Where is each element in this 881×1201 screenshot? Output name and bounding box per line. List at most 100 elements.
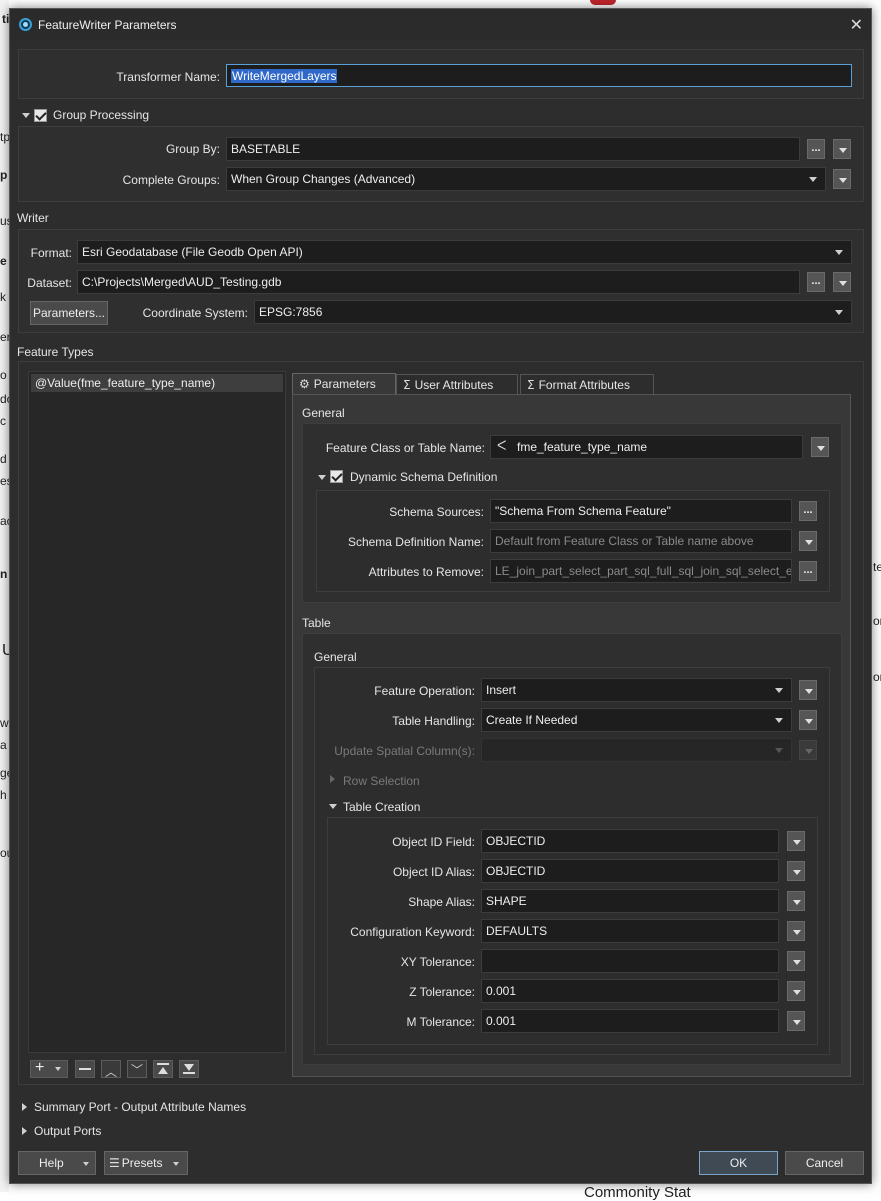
feature-operation-select[interactable]: Insert [481,678,792,702]
group-by-browse-button[interactable] [807,139,825,159]
add-feature-type-button[interactable]: + [30,1059,68,1078]
row-selection-label: Row Selection [343,774,420,788]
writer-parameters-button[interactable]: Parameters... [30,301,108,325]
schema-sources-browse-button[interactable] [799,501,817,521]
object-id-field-menu-button[interactable] [787,831,805,851]
chevron-up-icon: ︿ [105,1065,118,1079]
bg-fragment: d [0,452,7,466]
group-processing-checkbox[interactable] [34,109,47,122]
tab-format-attributes-label: Format Attributes [538,378,630,392]
schema-definition-name-menu-button[interactable] [799,531,817,551]
feature-operation-menu-button[interactable] [799,680,817,700]
attributes-to-remove-browse-button[interactable] [799,561,817,581]
object-id-field-label: Object ID Field: [392,835,475,849]
feature-class-value: fme_feature_type_name [517,440,648,454]
group-processing-label: Group Processing [53,108,150,122]
plus-icon: + [35,1059,45,1076]
dataset-label: Dataset: [27,276,72,290]
shape-alias-menu-button[interactable] [787,891,805,911]
table-general-label: General [314,650,357,664]
object-id-alias-label: Object ID Alias: [392,865,475,879]
table-handling-menu-button[interactable] [799,710,817,730]
output-ports-section[interactable]: Output Ports [34,1124,101,1138]
feature-class-menu-button[interactable] [811,437,829,457]
object-id-alias-input[interactable]: OBJECTID [481,859,779,883]
cancel-button[interactable]: Cancel [785,1151,864,1175]
coordinate-system-select[interactable]: EPSG:7856 [254,300,852,324]
remove-feature-type-button[interactable] [75,1060,95,1078]
format-select[interactable]: Esri Geodatabase (File Geodb Open API) [77,240,852,264]
triangle-down-icon [184,1064,194,1071]
tab-user-attributes[interactable]: Σ User Attributes [396,374,518,395]
bg-fragment: n [0,567,8,581]
collapse-arrow-icon[interactable] [22,113,30,118]
close-icon[interactable]: ✕ [850,15,863,35]
group-by-input[interactable]: BASETABLE [226,137,800,161]
table-handling-select[interactable]: Create If Needed [481,708,792,732]
sigma-icon: Σ [403,378,411,392]
dataset-menu-button[interactable] [833,272,851,292]
move-top-button[interactable] [153,1060,173,1078]
dataset-browse-button[interactable] [807,272,825,292]
collapse-arrow-icon[interactable] [318,475,326,480]
attributes-to-remove-label: Attributes to Remove: [368,565,484,579]
m-tolerance-input[interactable]: 0.001 [481,1009,779,1033]
group-by-menu-button[interactable] [833,139,851,159]
dynamic-schema-checkbox[interactable] [330,470,343,483]
presets-button[interactable]: ☰ Presets [104,1151,188,1175]
presets-button-label: Presets [121,1156,163,1170]
bg-fragment: h [0,788,7,802]
transformer-name-input[interactable]: WriteMergedLayers [226,64,852,87]
complete-groups-select[interactable]: When Group Changes (Advanced) [226,167,826,191]
transformer-name-value: WriteMergedLayers [231,69,338,83]
gear-icon: ⚙ [299,377,310,391]
expand-arrow-icon[interactable] [22,1127,27,1135]
feature-class-input[interactable]: ᐸ fme_feature_type_name [490,435,803,459]
feature-types-section-label: Feature Types [17,345,94,359]
move-bottom-icon [183,1072,195,1074]
list-item[interactable]: @Value(fme_feature_type_name) [31,374,283,392]
ok-button[interactable]: OK [699,1151,778,1175]
bg-red-shape [590,0,616,5]
feature-operation-label: Feature Operation: [374,684,475,698]
general-section-label: General [302,406,345,420]
schema-definition-name-input[interactable]: Default from Feature Class or Table name… [490,529,792,553]
attributes-to-remove-input[interactable]: LE_join_part_select_part_sql_full_sql_jo… [490,559,792,583]
dataset-input[interactable]: C:\Projects\Merged\AUD_Testing.gdb [77,270,800,294]
xy-tolerance-label: XY Tolerance: [400,955,475,969]
feature-type-list[interactable]: @Value(fme_feature_type_name) [28,371,286,1053]
bg-fragment: te [873,560,881,574]
z-tolerance-menu-button[interactable] [787,981,805,1001]
move-down-button[interactable]: ﹀ [127,1060,147,1078]
shape-alias-label: Shape Alias: [408,895,475,909]
chevron-down-icon: ﹀ [131,1063,144,1077]
coordinate-system-label: Coordinate System: [142,306,248,320]
m-tolerance-menu-button[interactable] [787,1011,805,1031]
chevron-down-icon [173,1162,179,1166]
dialog-title: FeatureWriter Parameters [38,18,177,32]
shape-alias-input[interactable]: SHAPE [481,889,779,913]
move-up-button[interactable]: ︿ [101,1060,121,1079]
schema-sources-input[interactable]: "Schema From Schema Feature" [490,499,792,523]
object-id-field-input[interactable]: OBJECTID [481,829,779,853]
help-button[interactable]: Help [18,1151,96,1175]
update-spatial-columns-label: Update Spatial Column(s): [334,744,475,758]
xy-tolerance-menu-button[interactable] [787,951,805,971]
z-tolerance-input[interactable]: 0.001 [481,979,779,1003]
complete-groups-menu-button[interactable] [833,169,851,189]
collapse-arrow-icon[interactable] [329,804,337,809]
xy-tolerance-input[interactable] [481,949,779,973]
configuration-keyword-input[interactable]: DEFAULTS [481,919,779,943]
summary-port-section[interactable]: Summary Port - Output Attribute Names [34,1100,246,1114]
bg-fragment: c [0,414,6,428]
tab-format-attributes[interactable]: Σ Format Attributes [520,374,654,395]
writer-section-label: Writer [17,211,49,225]
bg-fragment: w [0,716,9,730]
move-bottom-button[interactable] [179,1060,199,1078]
tab-parameters[interactable]: ⚙ Parameters [292,373,396,394]
minus-icon [79,1068,91,1070]
expand-arrow-icon[interactable] [22,1103,27,1111]
configuration-keyword-menu-button[interactable] [787,921,805,941]
object-id-alias-menu-button[interactable] [787,861,805,881]
table-section-label: Table [302,616,331,630]
